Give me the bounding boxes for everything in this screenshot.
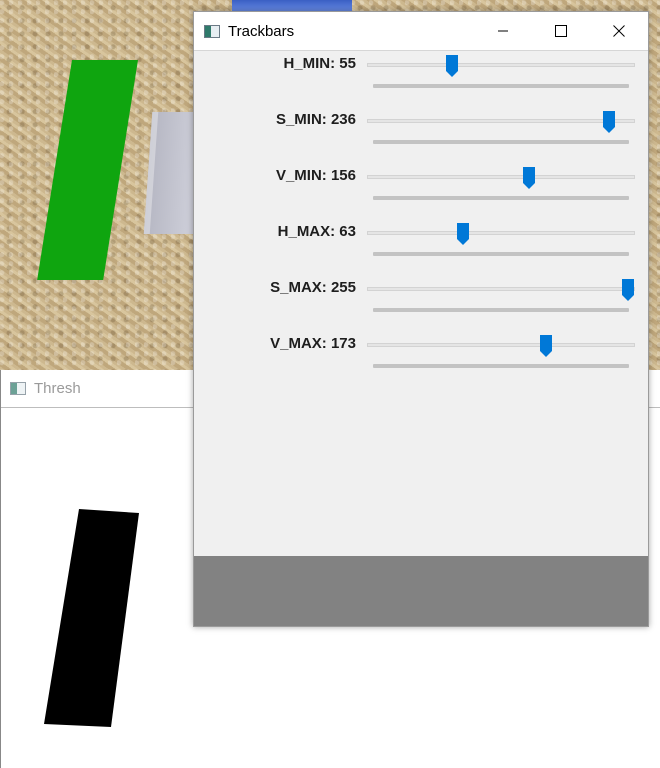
slider-thumb[interactable]	[522, 166, 536, 190]
trackbar-h-min: H_MIN: 55	[194, 54, 648, 94]
slider-thumb[interactable]	[539, 334, 553, 358]
trackbars-title: Trackbars	[228, 22, 295, 40]
trackbar-label: H_MIN: 55	[283, 55, 356, 72]
slider-thumb[interactable]	[602, 110, 616, 134]
slider-thumb[interactable]	[621, 278, 635, 302]
trackbars-titlebar[interactable]: Trackbars	[194, 12, 648, 51]
trackbars-window: Trackbars H_MIN: 55 S_MIN: 236 V_MIN: 156 H…	[193, 11, 649, 627]
trackbar-h-max: H_MAX: 63	[194, 222, 648, 262]
green-object	[37, 60, 138, 280]
trackbars-image-area	[194, 556, 648, 626]
slider-track[interactable]	[367, 63, 635, 67]
slider-tick-line	[373, 84, 629, 88]
trackbar-v-min: V_MIN: 156	[194, 166, 648, 206]
trackbar-label: H_MAX: 63	[277, 223, 356, 240]
slider-tick-line	[373, 364, 629, 368]
maximize-icon	[555, 25, 567, 37]
mask-blob	[44, 509, 139, 727]
slider-thumb[interactable]	[456, 222, 470, 246]
slider-track[interactable]	[367, 343, 635, 347]
slider-tick-line	[373, 140, 629, 144]
app-window-icon	[204, 24, 220, 38]
slider-track[interactable]	[367, 287, 635, 291]
slider-track[interactable]	[367, 119, 635, 123]
slider-tick-line	[373, 196, 629, 200]
trackbar-label: V_MAX: 173	[270, 335, 356, 352]
close-button[interactable]	[590, 12, 648, 50]
app-window-icon	[10, 382, 26, 395]
slider-thumb[interactable]	[445, 54, 459, 78]
trackbar-label: S_MIN: 236	[275, 111, 356, 128]
trackbar-s-min: S_MIN: 236	[194, 110, 648, 150]
minimize-button[interactable]	[474, 12, 532, 50]
trackbar-label: V_MIN: 156	[275, 167, 356, 184]
slider-track[interactable]	[367, 231, 635, 235]
trackbar-s-max: S_MAX: 255	[194, 278, 648, 318]
maximize-button[interactable]	[532, 12, 590, 50]
minimize-icon	[498, 30, 508, 32]
trackbar-label: S_MAX: 255	[270, 279, 356, 296]
slider-track[interactable]	[367, 175, 635, 179]
close-icon	[613, 25, 625, 37]
thresh-title: Thresh	[34, 380, 81, 397]
slider-tick-line	[373, 308, 629, 312]
slider-tick-line	[373, 252, 629, 256]
trackbar-v-max: V_MAX: 173	[194, 334, 648, 374]
